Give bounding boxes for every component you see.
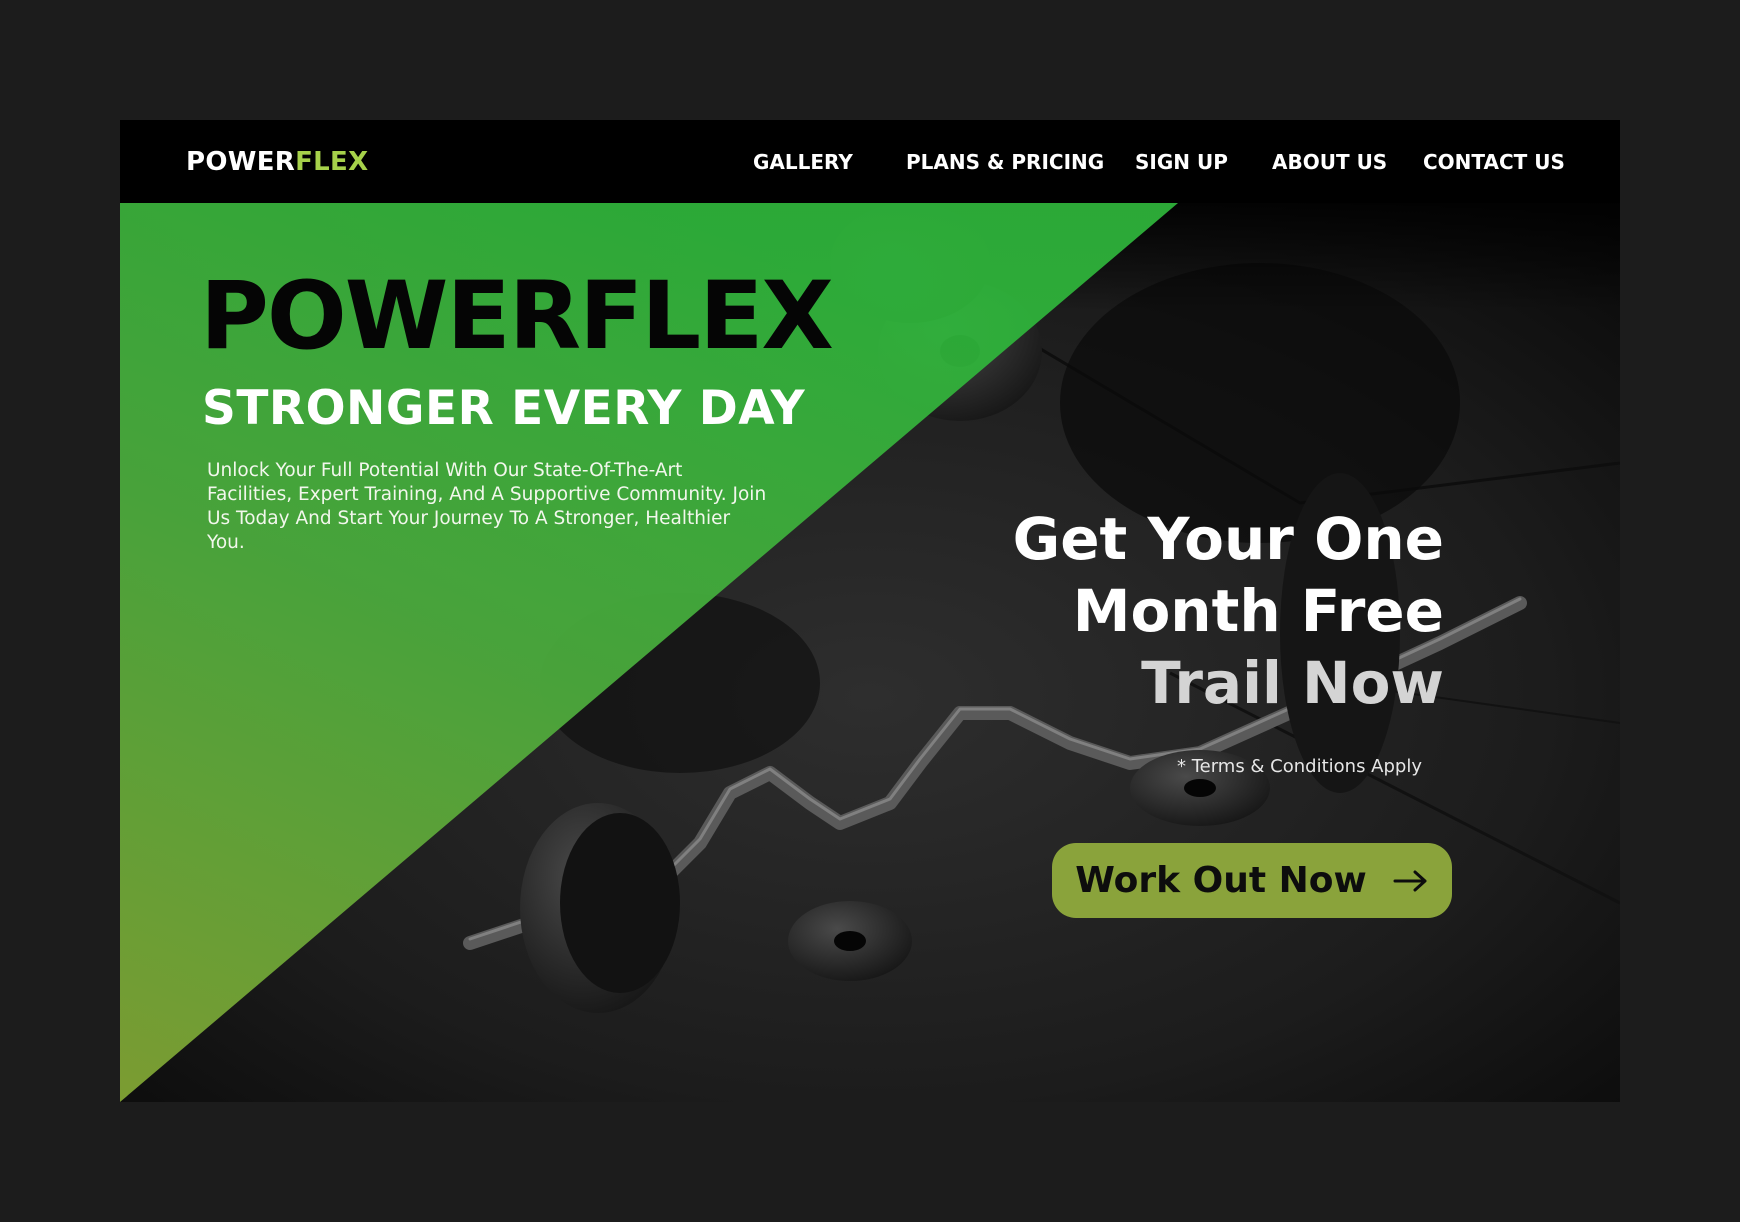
free-month-offer-heading: Get Your One Month Free Trail Now	[884, 503, 1444, 719]
hero-subtitle: STRONGER EVERY DAY	[202, 381, 806, 436]
offer-line-2: Month Free	[1072, 577, 1444, 645]
hero-title: POWERFLEX	[200, 262, 834, 371]
nav-link-contact-us[interactable]: CONTACT US	[1423, 148, 1565, 176]
landing-page-frame: POWERFLEX GALLERY PLANS & PRICING SIGN U…	[120, 120, 1620, 1102]
top-navigation-bar: POWERFLEX GALLERY PLANS & PRICING SIGN U…	[120, 120, 1620, 203]
offer-line-3: Trail Now	[1141, 649, 1444, 717]
hero-section: POWERFLEX STRONGER EVERY DAY Unlock Your…	[120, 203, 1620, 1102]
work-out-now-button[interactable]: Work Out Now	[1052, 843, 1452, 918]
nav-link-sign-up[interactable]: SIGN UP	[1135, 148, 1228, 176]
cta-label: Work Out Now	[1075, 859, 1367, 901]
terms-note: * Terms & Conditions Apply	[1176, 756, 1422, 777]
nav-link-gallery[interactable]: GALLERY	[753, 148, 853, 176]
hero-description: Unlock Your Full Potential With Our Stat…	[207, 460, 767, 553]
brand-logo[interactable]: POWERFLEX	[186, 145, 368, 179]
nav-link-about-us[interactable]: ABOUT US	[1272, 148, 1387, 176]
nav-link-plans-pricing[interactable]: PLANS & PRICING	[906, 148, 1104, 176]
arrow-right-icon	[1393, 869, 1429, 893]
offer-line-1: Get Your One	[1012, 505, 1444, 573]
brand-logo-accent: FLEX	[295, 147, 369, 177]
brand-logo-main: POWER	[186, 147, 296, 177]
